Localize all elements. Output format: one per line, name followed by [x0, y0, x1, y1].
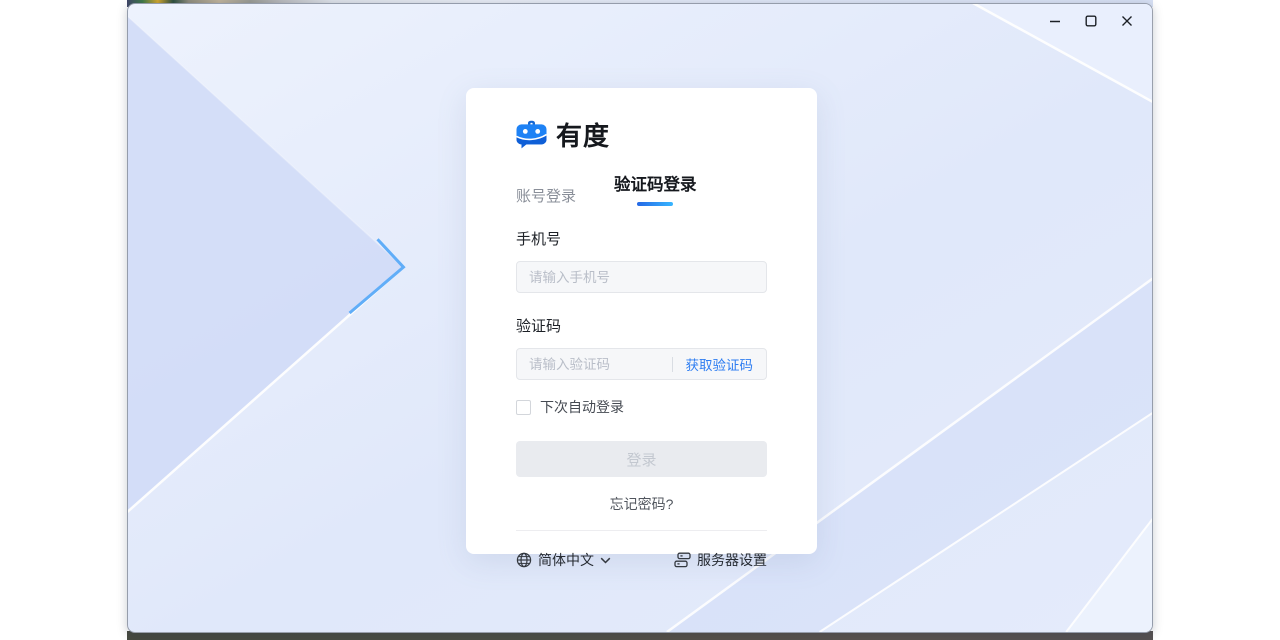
globe-icon: [516, 552, 532, 568]
code-input-box: 获取验证码: [516, 348, 767, 380]
card-footer: 简体中文 服务器设置: [516, 550, 767, 570]
close-icon: [1121, 15, 1133, 27]
brand-name: 有度: [556, 116, 610, 153]
server-icon: [674, 552, 691, 568]
youdu-logo-icon: [516, 120, 547, 149]
window-controls: [1040, 4, 1152, 38]
maximize-button[interactable]: [1076, 7, 1106, 35]
auto-login-row: 下次自动登录: [516, 397, 767, 417]
login-button[interactable]: 登录: [516, 441, 767, 477]
forgot-password-link[interactable]: 忘记密码?: [516, 494, 767, 514]
card-footer-divider: [516, 530, 767, 531]
get-code-link[interactable]: 获取验证码: [673, 354, 767, 374]
login-tabs: 账号登录 验证码登录: [516, 171, 767, 206]
code-label: 验证码: [516, 315, 767, 336]
tab-code-login[interactable]: 验证码登录: [614, 171, 697, 195]
close-button[interactable]: [1112, 7, 1142, 35]
minimize-icon: [1049, 15, 1061, 27]
language-selector[interactable]: 简体中文: [516, 550, 611, 570]
language-label: 简体中文: [538, 550, 594, 570]
phone-label: 手机号: [516, 228, 767, 249]
server-settings-label: 服务器设置: [697, 550, 767, 570]
phone-input[interactable]: [517, 262, 766, 292]
app-window: 有度 账号登录 验证码登录 手机号 验证码 获取验证码 下次自动登录 登录 忘记…: [127, 3, 1153, 633]
tab-account-login[interactable]: 账号登录: [516, 185, 576, 206]
auto-login-checkbox[interactable]: [516, 400, 531, 415]
brand-row: 有度: [516, 116, 767, 153]
active-tab-underline: [637, 202, 673, 206]
minimize-button[interactable]: [1040, 7, 1070, 35]
chevron-down-icon: [600, 557, 611, 564]
server-settings-button[interactable]: 服务器设置: [674, 550, 767, 570]
tab-code-login-wrap: 验证码登录: [614, 171, 697, 206]
code-input[interactable]: [517, 349, 672, 379]
phone-input-box: [516, 261, 767, 293]
maximize-icon: [1085, 15, 1097, 27]
auto-login-label[interactable]: 下次自动登录: [540, 397, 624, 417]
login-card: 有度 账号登录 验证码登录 手机号 验证码 获取验证码 下次自动登录 登录 忘记…: [466, 88, 817, 554]
